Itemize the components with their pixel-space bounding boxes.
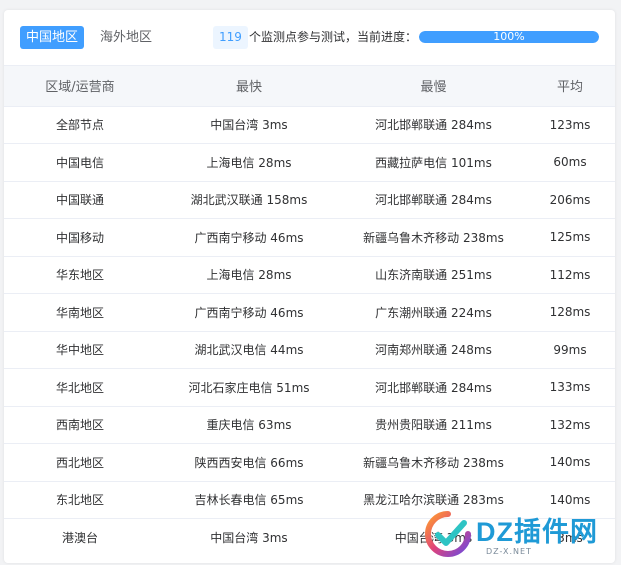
region-cell: 西北地区 [4, 443, 156, 482]
table-row: 西北地区 陕西西安电信 66ms 新疆乌鲁木齐移动 238ms 140ms [4, 443, 615, 482]
average-cell: 60ms [525, 143, 615, 182]
region-cell: 中国联通 [4, 181, 156, 219]
average-cell: 133ms [525, 368, 615, 407]
slowest-cell: 河北邯郸联通 284ms [342, 181, 525, 219]
slowest-cell: 河北邯郸联通 284ms [342, 368, 525, 407]
table-row: 华北地区 河北石家庄电信 51ms 河北邯郸联通 284ms 133ms [4, 368, 615, 407]
table-row: 华东地区 上海电信 28ms 山东济南联通 251ms 112ms [4, 256, 615, 294]
table-row: 中国联通 湖北武汉联通 158ms 河北邯郸联通 284ms 206ms [4, 181, 615, 219]
slowest-cell: 河南郑州联通 248ms [342, 331, 525, 369]
tab-overseas-region[interactable]: 海外地区 [94, 26, 158, 49]
tab-china-region[interactable]: 中国地区 [20, 26, 85, 49]
table-header-row: 区域/运营商 最快 最慢 平均 [4, 66, 615, 107]
region-cell: 华中地区 [4, 331, 156, 369]
average-cell: 140ms [525, 443, 615, 482]
table-row: 中国移动 广西南宁移动 46ms 新疆乌鲁木齐移动 238ms 125ms [4, 218, 615, 257]
fastest-cell: 广西南宁移动 46ms [156, 218, 342, 257]
average-cell: 125ms [525, 218, 615, 257]
table-row: 全部节点 中国台湾 3ms 河北邯郸联通 284ms 123ms [4, 106, 615, 144]
table-row: 东北地区 吉林长春电信 65ms 黑龙江哈尔滨联通 283ms 140ms [4, 481, 615, 519]
progress-bar: 100% [419, 31, 599, 43]
progress-status-text: 个监测点参与测试，当前进度： [249, 30, 418, 44]
average-cell: 132ms [525, 406, 615, 444]
average-cell: 140ms [525, 481, 615, 519]
average-cell: 112ms [525, 256, 615, 294]
progress-label: 100% [493, 31, 525, 43]
slowest-cell: 中国台湾 3ms [394, 531, 473, 545]
fastest-cell: 上海电信 28ms [156, 256, 342, 294]
region-cell: 西南地区 [4, 406, 156, 444]
region-cell: 全部节点 [4, 106, 156, 144]
slowest-cell: 黑龙江哈尔滨联通 283ms [342, 481, 525, 519]
fastest-cell: 湖北武汉联通 158ms [156, 181, 342, 219]
table-body: 全部节点 中国台湾 3ms 河北邯郸联通 284ms 123ms 中国电信 上海电信 28… [4, 106, 615, 556]
region-cell: 华南地区 [4, 293, 156, 332]
table-row: 华中地区 湖北武汉电信 44ms 河南郑州联通 248ms 99ms [4, 331, 615, 369]
average-cell: 128ms [525, 293, 615, 332]
region-cell: 中国电信 [4, 143, 156, 182]
monitor-count-badge: 119 [213, 26, 248, 49]
fastest-cell: 广西南宁移动 46ms [156, 293, 342, 332]
slowest-cell: 广东潮州联通 224ms [342, 293, 525, 332]
fastest-cell: 中国台湾 3ms [156, 106, 342, 144]
table-row: 华南地区 广西南宁移动 46ms 广东潮州联通 224ms 128ms [4, 293, 615, 332]
column-header-slowest: 最慢 [342, 66, 525, 107]
test-status-bar: 中国地区 海外地区 119 个监测点参与测试，当前进度： 100% [4, 10, 615, 66]
slowest-cell: 山东济南联通 251ms [342, 256, 525, 294]
average-cell: 99ms [525, 331, 615, 369]
average-cell: 123ms [525, 106, 615, 144]
fastest-cell: 中国台湾 3ms [210, 531, 288, 545]
column-header-average: 平均 [525, 66, 615, 107]
region-cell: 港澳台 [61, 531, 98, 545]
slowest-cell: 新疆乌鲁木齐移动 238ms [342, 443, 525, 482]
table-row: 中国电信 上海电信 28ms 西藏拉萨电信 101ms 60ms [4, 143, 615, 182]
region-cell: 华东地区 [4, 256, 156, 294]
table-row: 港澳台 中国台湾 3ms 中国台湾 3ms 3ms [4, 519, 615, 557]
region-cell: 华北地区 [4, 368, 156, 407]
region-cell: 中国移动 [4, 218, 156, 257]
fastest-cell: 重庆电信 63ms [156, 406, 342, 444]
fastest-cell: 河北石家庄电信 51ms [156, 368, 342, 407]
average-cell: 206ms [525, 181, 615, 219]
slowest-cell: 西藏拉萨电信 101ms [342, 143, 525, 182]
slowest-cell: 新疆乌鲁木齐移动 238ms [342, 218, 525, 257]
results-table: 区域/运营商 最快 最慢 平均 全部节点 中国台湾 3ms 河北邯郸联通 284ms… [4, 66, 615, 556]
fastest-cell: 吉林长春电信 65ms [156, 481, 342, 519]
average-cell: 3ms [557, 530, 583, 545]
fastest-cell: 湖北武汉电信 44ms [156, 331, 342, 369]
column-header-fastest: 最快 [156, 66, 342, 107]
slowest-cell: 河北邯郸联通 284ms [342, 106, 525, 144]
table-row: 西南地区 重庆电信 63ms 贵州贵阳联通 211ms 132ms [4, 406, 615, 444]
speed-test-card: 中国地区 海外地区 119 个监测点参与测试，当前进度： 100% 区域/运营商… [4, 10, 615, 563]
column-header-region: 区域/运营商 [4, 66, 156, 107]
fastest-cell: 上海电信 28ms [156, 143, 342, 182]
region-cell: 东北地区 [4, 481, 156, 519]
fastest-cell: 陕西西安电信 66ms [156, 443, 342, 482]
slowest-cell: 贵州贵阳联通 211ms [342, 406, 525, 444]
